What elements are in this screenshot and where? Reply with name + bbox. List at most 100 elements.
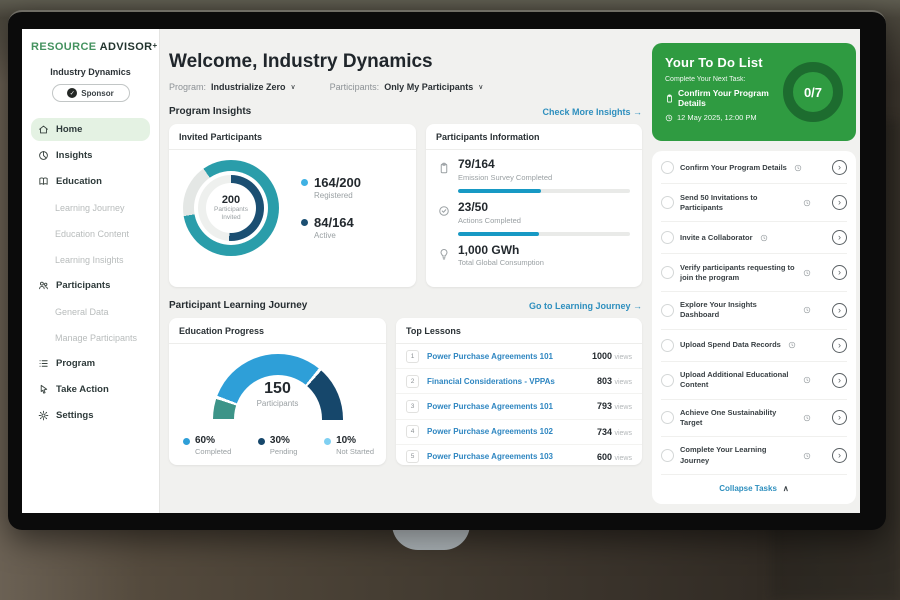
- sidebar-item-learning-insights[interactable]: Learning Insights: [31, 248, 150, 271]
- sidebar-item-take-action[interactable]: Take Action: [31, 378, 150, 401]
- sidebar-item-settings[interactable]: Settings: [31, 404, 150, 427]
- task-open-button[interactable]: ›: [832, 373, 847, 388]
- gear-icon: [38, 410, 49, 421]
- task-open-button[interactable]: ›: [832, 195, 847, 210]
- stat-label: Emission Survey Completed: [458, 173, 552, 182]
- sidebar-item-home[interactable]: Home: [31, 118, 150, 141]
- task-checkbox[interactable]: [661, 411, 674, 424]
- clock-icon: [665, 114, 673, 122]
- legend-label: Pending: [270, 447, 298, 456]
- lesson-link[interactable]: Power Purchase Agreements 101: [427, 402, 553, 411]
- legend-not-started: 10% Not Started: [324, 435, 374, 456]
- task-checkbox[interactable]: [661, 449, 674, 462]
- stat-value: 23/50: [458, 201, 521, 215]
- sidebar-item-insights[interactable]: Insights: [31, 144, 150, 167]
- sidebar-item-label: Home: [56, 124, 82, 135]
- donut-center-value: 200: [222, 194, 240, 206]
- program-filter-value[interactable]: Industrialize Zero: [211, 82, 286, 92]
- section-title-program-insights: Program Insights: [169, 106, 251, 117]
- chevron-down-icon[interactable]: ∨: [291, 83, 296, 91]
- task-checkbox[interactable]: [661, 266, 674, 279]
- filter-bar: Program: Industrialize Zero ∨ Participan…: [169, 82, 642, 92]
- collapse-tasks-link[interactable]: Collapse Tasks ∧: [661, 475, 847, 503]
- sidebar-item-program[interactable]: Program: [31, 352, 150, 375]
- task-row: Send 50 Invitations to Participants ›: [661, 184, 847, 222]
- participants-information-card: Participants Information 79/164 Emission…: [426, 124, 642, 287]
- sidebar-item-general-data[interactable]: General Data: [31, 300, 150, 323]
- sidebar-item-manage-participants[interactable]: Manage Participants: [31, 326, 150, 349]
- task-label: Verify participants requesting to join t…: [680, 263, 796, 283]
- gauge-center-label: Participants: [213, 399, 343, 408]
- legend-label: Registered: [314, 191, 361, 200]
- sidebar-item-label: Manage Participants: [55, 333, 137, 343]
- lesson-rank: 3: [406, 400, 419, 413]
- clock-icon: [803, 376, 811, 384]
- todo-next-task: Confirm Your Program Details: [678, 88, 795, 108]
- lesson-views: 734: [597, 427, 612, 437]
- lesson-row: 4 Power Purchase Agreements 102 734 view…: [396, 420, 642, 445]
- clock-icon: [803, 199, 811, 207]
- legend-registered: 164/200 Registered: [301, 176, 361, 200]
- task-open-button[interactable]: ›: [832, 303, 847, 318]
- list-icon: [38, 358, 49, 369]
- legend-dot: [301, 179, 308, 186]
- lesson-link[interactable]: Power Purchase Agreements 101: [427, 352, 553, 361]
- sidebar-item-label: Program: [56, 358, 95, 369]
- lightbulb-icon: [438, 247, 450, 268]
- task-row: Verify participants requesting to join t…: [661, 254, 847, 292]
- lesson-link[interactable]: Power Purchase Agreements 103: [427, 452, 553, 461]
- views-suffix: views: [614, 455, 632, 462]
- task-open-button[interactable]: ›: [832, 410, 847, 425]
- check-more-insights-link[interactable]: Check More Insights →: [542, 107, 642, 117]
- task-label: Confirm Your Program Details: [680, 163, 787, 173]
- clipboard-icon: [438, 161, 450, 182]
- views-suffix: views: [614, 379, 632, 386]
- link-label: Collapse Tasks: [719, 484, 777, 493]
- sidebar-item-learning-journey[interactable]: Learning Journey: [31, 196, 150, 219]
- clock-icon: [788, 341, 796, 349]
- participants-filter-value[interactable]: Only My Participants: [384, 82, 473, 92]
- go-to-learning-journey-link[interactable]: Go to Learning Journey →: [529, 301, 642, 311]
- task-row: Explore Your Insights Dashboard ›: [661, 292, 847, 330]
- card-title: Invited Participants: [169, 124, 416, 150]
- sidebar-item-label: Education: [56, 176, 102, 187]
- task-label: Upload Additional Educational Content: [680, 370, 796, 390]
- chevron-down-icon[interactable]: ∨: [478, 83, 483, 91]
- task-checkbox[interactable]: [661, 304, 674, 317]
- sidebar-item-education[interactable]: Education: [31, 170, 150, 193]
- card-title: Participants Information: [426, 124, 642, 150]
- program-filter-label: Program:: [169, 82, 206, 92]
- sidebar-item-label: Settings: [56, 410, 93, 421]
- lesson-link[interactable]: Power Purchase Agreements 102: [427, 427, 553, 436]
- task-checkbox[interactable]: [661, 196, 674, 209]
- task-checkbox[interactable]: [661, 231, 674, 244]
- task-open-button[interactable]: ›: [832, 230, 847, 245]
- views-suffix: views: [614, 354, 632, 361]
- task-checkbox[interactable]: [661, 339, 674, 352]
- sidebar-item-participants[interactable]: Participants: [31, 274, 150, 297]
- insights-icon: [38, 150, 49, 161]
- lesson-rank: 1: [406, 350, 419, 363]
- task-open-button[interactable]: ›: [832, 160, 847, 175]
- lesson-views: 803: [597, 376, 612, 386]
- legend-label: Not Started: [336, 447, 374, 456]
- lesson-rank: 2: [406, 375, 419, 388]
- task-open-button[interactable]: ›: [832, 448, 847, 463]
- logo-part2: ADVISOR: [100, 41, 153, 53]
- lesson-rank: 4: [406, 425, 419, 438]
- clock-icon: [794, 164, 802, 172]
- program-filter[interactable]: Program: Industrialize Zero ∨: [169, 82, 296, 92]
- task-label: Complete Your Learning Journey: [680, 445, 796, 465]
- lesson-link[interactable]: Financial Considerations - VPPAs: [427, 377, 555, 386]
- logo-part1: RESOURCE: [31, 41, 97, 53]
- sponsor-icon: ✓: [67, 88, 77, 98]
- top-lessons-card: Top Lessons 1 Power Purchase Agreements …: [396, 318, 642, 465]
- task-checkbox[interactable]: [661, 161, 674, 174]
- sidebar-item-education-content[interactable]: Education Content: [31, 222, 150, 245]
- task-open-button[interactable]: ›: [832, 338, 847, 353]
- clock-icon: [760, 234, 768, 242]
- task-open-button[interactable]: ›: [832, 265, 847, 280]
- home-icon: [38, 124, 49, 135]
- participants-filter[interactable]: Participants: Only My Participants ∨: [330, 82, 484, 92]
- task-checkbox[interactable]: [661, 374, 674, 387]
